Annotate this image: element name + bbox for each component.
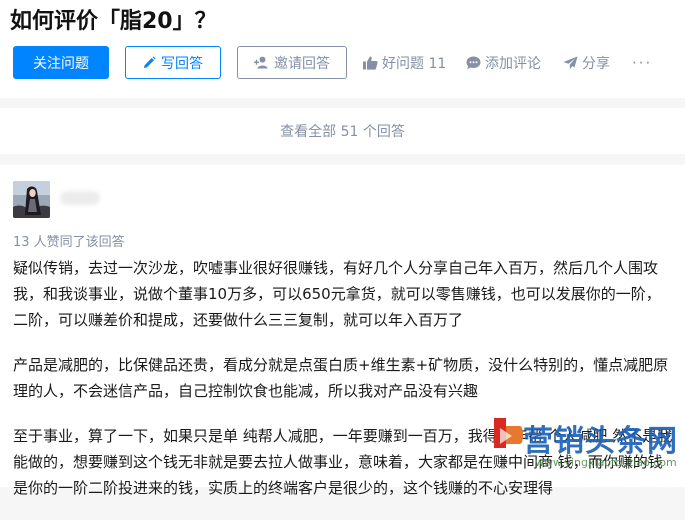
more-icon: ··· (632, 53, 653, 72)
answer-paragraph: 产品是减肥的，比保健品还贵，看成分就是点蛋白质+维生素+矿物质，没什么特别的，懂… (13, 356, 669, 400)
share-button[interactable]: 分享 (563, 46, 610, 79)
add-comment-label: 添加评论 (485, 55, 541, 72)
follow-question-button[interactable]: 关注问题 (13, 46, 109, 79)
share-icon (563, 56, 578, 70)
upvote-note: 13 人赞同了该回答 (13, 235, 125, 250)
good-question-button[interactable]: 好问题 11 (363, 46, 446, 79)
pencil-icon (143, 56, 156, 69)
add-user-icon (254, 56, 269, 69)
thumbs-up-icon (363, 56, 378, 70)
write-answer-button[interactable]: 写回答 (125, 46, 221, 79)
good-question-label: 好问题 11 (382, 55, 447, 72)
answer-paragraph: 疑似传销，去过一次沙龙，吹嘘事业很好很赚钱，有好几个人分享自己年入百万，然后几个… (13, 259, 661, 329)
watermark-mark-icon (494, 418, 523, 448)
write-answer-label: 写回答 (161, 55, 203, 72)
avatar[interactable] (13, 181, 50, 218)
comment-icon (466, 56, 481, 70)
watermark-logo: 营销头条网 www.yingxiaotoutiao.com (490, 412, 685, 487)
view-all-answers-link[interactable]: 查看全部 51 个回答 (0, 108, 685, 154)
question-title: 如何评价「脂20」？ (10, 9, 217, 34)
add-comment-button[interactable]: 添加评论 (466, 46, 541, 79)
share-label: 分享 (582, 55, 610, 72)
question-header: 如何评价「脂20」？ 关注问题 写回答 邀请回答 好问题 11 添加评论 分享 … (0, 0, 685, 98)
view-all-answers-label: 查看全部 51 个回答 (280, 124, 405, 140)
more-options-button[interactable]: ··· (632, 46, 652, 79)
follow-question-label: 关注问题 (33, 55, 89, 72)
author-name-blurred (60, 191, 100, 205)
invite-answer-button[interactable]: 邀请回答 (237, 46, 347, 79)
watermark-text: 营销头条网 (523, 424, 678, 459)
invite-answer-label: 邀请回答 (274, 55, 330, 72)
watermark-url: www.yingxiaotoutiao.com (535, 456, 677, 469)
